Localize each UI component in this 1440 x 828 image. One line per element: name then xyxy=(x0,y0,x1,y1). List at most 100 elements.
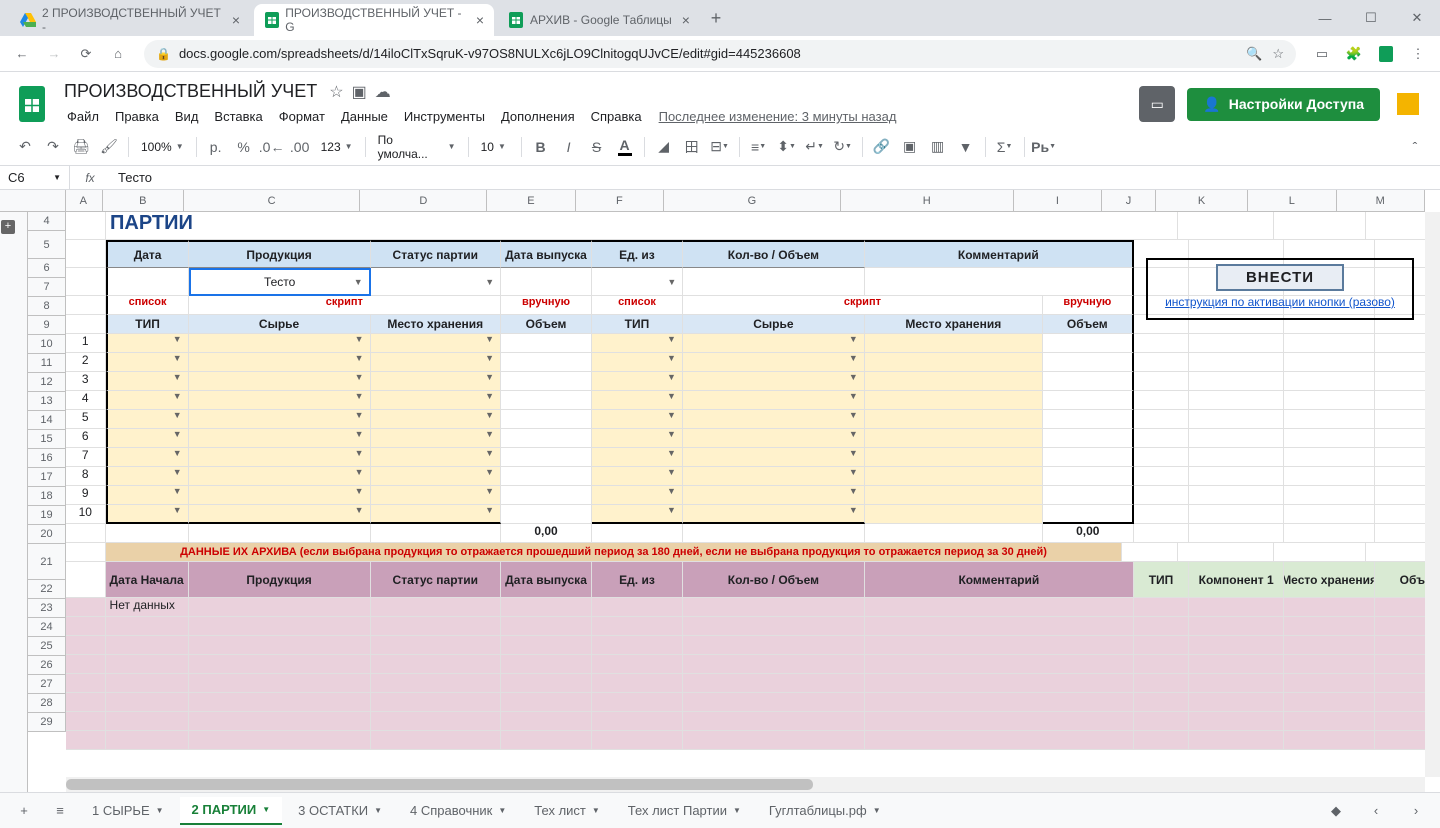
expand-rows-button[interactable]: + xyxy=(1,220,15,234)
redo-button[interactable]: ↷ xyxy=(40,134,66,160)
halign-button[interactable]: ≡▼ xyxy=(746,134,772,160)
vnesti-button[interactable]: ВНЕСТИ xyxy=(1216,264,1344,291)
menu-edit[interactable]: Правка xyxy=(108,105,166,128)
menu-addons[interactable]: Дополнения xyxy=(494,105,582,128)
col-K[interactable]: K xyxy=(1156,190,1248,212)
strike-button[interactable]: S xyxy=(584,134,610,160)
filter-button[interactable]: ▼ xyxy=(953,134,979,160)
payment-icon[interactable]: ▭ xyxy=(1308,40,1336,68)
chart-button[interactable]: ▥ xyxy=(925,134,951,160)
row-21[interactable]: 21 xyxy=(28,544,66,580)
browser-tab-3[interactable]: АРХИВ - Google Таблицы × xyxy=(498,4,700,36)
browser-tab-1[interactable]: 2 ПРОИЗВОДСТВЕННЫЙ УЧЕТ - × xyxy=(10,4,250,36)
undo-button[interactable]: ↶ xyxy=(12,134,38,160)
col-E[interactable]: E xyxy=(487,190,575,212)
new-tab-button[interactable]: + xyxy=(702,4,730,32)
reload-button[interactable]: ⟳ xyxy=(72,40,100,68)
row-16[interactable]: 16 xyxy=(28,449,66,468)
row-26[interactable]: 26 xyxy=(28,656,66,675)
italic-button[interactable]: I xyxy=(556,134,582,160)
functions-button[interactable]: Σ▼ xyxy=(992,134,1018,160)
cell-ref[interactable]: C6▼ xyxy=(0,166,70,189)
text-color-button[interactable]: A xyxy=(612,134,638,160)
formula-input[interactable]: Тесто xyxy=(110,170,1440,185)
borders-button[interactable]: 田 xyxy=(679,134,705,160)
browser-tab-2[interactable]: ПРОИЗВОДСТВЕННЫЙ УЧЕТ - G × xyxy=(254,4,494,36)
link-button[interactable]: 🔗 xyxy=(869,134,895,160)
close-icon[interactable]: × xyxy=(232,12,240,28)
merge-button[interactable]: ⊟▼ xyxy=(707,134,733,160)
maximize-button[interactable]: ☐ xyxy=(1348,0,1394,36)
home-button[interactable]: ⌂ xyxy=(104,40,132,68)
menu-data[interactable]: Данные xyxy=(334,105,395,128)
menu-tools[interactable]: Инструменты xyxy=(397,105,492,128)
col-D[interactable]: D xyxy=(360,190,487,212)
instruction-link[interactable]: инструкция по активации кнопки (разово) xyxy=(1165,295,1395,309)
menu-view[interactable]: Вид xyxy=(168,105,206,128)
col-H[interactable]: H xyxy=(841,190,1014,212)
currency-button[interactable]: р. xyxy=(203,134,229,160)
col-L[interactable]: L xyxy=(1248,190,1336,212)
menu-file[interactable]: Файл xyxy=(60,105,106,128)
row-6[interactable]: 6 xyxy=(28,259,66,278)
star-icon[interactable]: ☆ xyxy=(329,82,343,102)
row-9[interactable]: 9 xyxy=(28,316,66,335)
row-24[interactable]: 24 xyxy=(28,618,66,637)
row-18[interactable]: 18 xyxy=(28,487,66,506)
col-I[interactable]: I xyxy=(1014,190,1102,212)
wrap-button[interactable]: ↵▼ xyxy=(802,134,828,160)
star-icon[interactable]: ☆ xyxy=(1272,46,1284,62)
comments-button[interactable]: ▭ xyxy=(1139,86,1175,122)
close-icon[interactable]: × xyxy=(476,12,484,28)
back-button[interactable]: ← xyxy=(8,40,36,68)
row-22[interactable]: 22 xyxy=(28,580,66,599)
row-12[interactable]: 12 xyxy=(28,373,66,392)
share-button[interactable]: 👤 Настройки Доступа xyxy=(1187,88,1380,121)
col-A[interactable]: A xyxy=(65,190,103,212)
explore-button[interactable]: ◆ xyxy=(1320,797,1352,825)
corner[interactable] xyxy=(0,190,66,212)
sheet-right-button[interactable]: › xyxy=(1400,797,1432,825)
row-23[interactable]: 23 xyxy=(28,599,66,618)
row-11[interactable]: 11 xyxy=(28,354,66,373)
last-edit[interactable]: Последнее изменение: 3 минуты назад xyxy=(659,109,897,124)
all-sheets-button[interactable]: ≡ xyxy=(44,797,76,825)
dec-decimal-button[interactable]: .0← xyxy=(259,134,285,160)
add-sheet-button[interactable]: + xyxy=(8,797,40,825)
row-17[interactable]: 17 xyxy=(28,468,66,487)
row-27[interactable]: 27 xyxy=(28,675,66,694)
row-19[interactable]: 19 xyxy=(28,506,66,525)
extensions-button[interactable]: 🧩 xyxy=(1340,40,1368,68)
zoom-icon[interactable]: 🔍 xyxy=(1246,46,1262,62)
row-15[interactable]: 15 xyxy=(28,430,66,449)
row-29[interactable]: 29 xyxy=(28,713,66,732)
url-bar[interactable]: 🔒 docs.google.com/spreadsheets/d/14iloCl… xyxy=(144,40,1296,68)
inc-decimal-button[interactable]: .00 xyxy=(287,134,313,160)
menu-format[interactable]: Формат xyxy=(272,105,332,128)
close-icon[interactable]: × xyxy=(682,12,690,28)
menu-help[interactable]: Справка xyxy=(584,105,649,128)
valign-button[interactable]: ⬍▼ xyxy=(774,134,800,160)
row-28[interactable]: 28 xyxy=(28,694,66,713)
percent-button[interactable]: % xyxy=(231,134,257,160)
row-20[interactable]: 20 xyxy=(28,525,66,544)
sheets-logo[interactable] xyxy=(12,84,52,124)
col-G[interactable]: G xyxy=(664,190,841,212)
sheet-tab-7[interactable]: Гуглтаблицы.рф▼ xyxy=(757,797,893,825)
sheet-tab-5[interactable]: Тех лист▼ xyxy=(522,797,612,825)
fill-color-button[interactable]: ◢ xyxy=(651,134,677,160)
sheet-tab-1[interactable]: 1 СЫРЬЕ▼ xyxy=(80,797,176,825)
menu-insert[interactable]: Вставка xyxy=(207,105,269,128)
row-7[interactable]: 7 xyxy=(28,278,66,297)
col-B[interactable]: B xyxy=(103,190,184,212)
sheet-tab-6[interactable]: Тех лист Партии▼ xyxy=(616,797,753,825)
col-M[interactable]: M xyxy=(1337,190,1425,212)
row-25[interactable]: 25 xyxy=(28,637,66,656)
paint-format-button[interactable]: 🖌 xyxy=(96,134,122,160)
col-F[interactable]: F xyxy=(576,190,664,212)
font-select[interactable]: По умолча...▼ xyxy=(372,135,462,159)
row-5[interactable]: 5 xyxy=(28,231,66,259)
print-button[interactable]: 🖨 xyxy=(68,134,94,160)
row-14[interactable]: 14 xyxy=(28,411,66,430)
close-window-button[interactable]: ✕ xyxy=(1394,0,1440,36)
